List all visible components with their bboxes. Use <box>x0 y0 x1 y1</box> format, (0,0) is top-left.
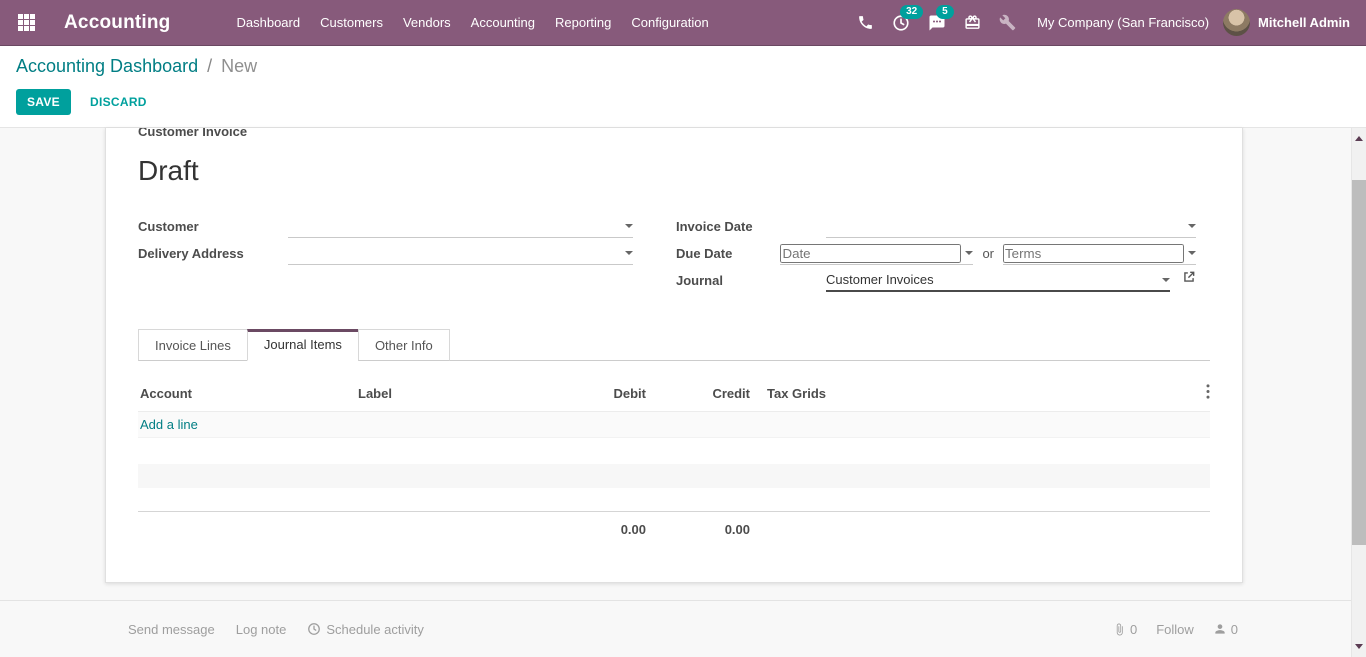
wrench-icon <box>999 14 1016 31</box>
menu-item-vendors[interactable]: Vendors <box>393 1 461 44</box>
menu-item-customers[interactable]: Customers <box>310 1 393 44</box>
delivery-address-input[interactable] <box>288 246 621 261</box>
column-header-label: Label <box>358 386 518 401</box>
user-menu[interactable]: Mitchell Admin <box>1223 9 1350 36</box>
due-date-field <box>780 242 973 265</box>
menu-item-dashboard[interactable]: Dashboard <box>227 1 311 44</box>
scrollbar-up-arrow[interactable] <box>1355 136 1363 141</box>
customer-input[interactable] <box>288 219 621 234</box>
breadcrumb: Accounting Dashboard / New <box>16 56 1366 77</box>
customer-dropdown-caret[interactable] <box>625 224 633 228</box>
send-message-button[interactable]: Send message <box>128 622 215 637</box>
message-count-badge: 5 <box>936 5 954 19</box>
breadcrumb-separator: / <box>207 56 212 76</box>
chatter: Send message Log note Schedule activity … <box>0 600 1366 657</box>
empty-row <box>138 438 1210 464</box>
person-icon <box>1213 622 1227 636</box>
journal-items-table: Account Label Debit Credit Tax Grids Add… <box>138 377 1210 537</box>
invoice-date-dropdown-caret[interactable] <box>1188 224 1196 228</box>
payment-terms-input[interactable] <box>1003 244 1184 263</box>
total-debit: 0.00 <box>518 522 646 537</box>
vertical-scrollbar <box>1351 128 1366 657</box>
empty-row-striped <box>138 464 1210 488</box>
column-header-account: Account <box>138 386 358 401</box>
due-date-dropdown-caret[interactable] <box>965 251 973 255</box>
journal-field <box>826 269 1170 292</box>
app-name[interactable]: Accounting <box>64 12 171 34</box>
developer-tools-button[interactable] <box>990 14 1025 31</box>
invoice-sheet: Customer Invoice Draft Customer Delivery… <box>105 128 1243 583</box>
attachments-button[interactable]: 0 <box>1113 622 1137 637</box>
scrollbar-thumb[interactable] <box>1352 180 1366 545</box>
payment-terms-dropdown-caret[interactable] <box>1188 251 1196 255</box>
invoice-date-field-label: Invoice Date <box>676 219 826 238</box>
schedule-clock-icon <box>307 622 321 636</box>
journal-field-label: Journal <box>676 273 826 292</box>
menu-item-reporting[interactable]: Reporting <box>545 1 621 44</box>
log-note-button[interactable]: Log note <box>236 622 287 637</box>
delivery-address-field-label: Delivery Address <box>138 246 288 265</box>
breadcrumb-current: New <box>221 56 257 76</box>
column-header-debit: Debit <box>518 386 646 401</box>
optional-columns-kebab-icon[interactable] <box>1190 384 1210 402</box>
delivery-address-field <box>288 242 633 265</box>
control-panel: Accounting Dashboard / New SAVE DISCARD <box>0 46 1366 128</box>
form-view: Customer Invoice Draft Customer Delivery… <box>0 128 1366 600</box>
activities-button[interactable]: 32 <box>883 14 919 32</box>
menu-item-accounting[interactable]: Accounting <box>461 1 545 44</box>
rewards-button[interactable] <box>955 14 990 31</box>
invoice-date-input[interactable] <box>826 219 1184 234</box>
paperclip-icon <box>1113 623 1126 636</box>
invoice-status-title: Draft <box>138 155 1210 187</box>
top-navbar: Accounting Dashboard Customers Vendors A… <box>0 0 1366 46</box>
user-avatar <box>1223 9 1250 36</box>
menu-item-configuration[interactable]: Configuration <box>621 1 718 44</box>
table-row: Add a line <box>138 412 1210 438</box>
tab-invoice-lines[interactable]: Invoice Lines <box>138 329 248 361</box>
followers-button[interactable]: 0 <box>1213 622 1238 637</box>
follower-count: 0 <box>1231 622 1238 637</box>
invoice-date-field <box>826 215 1196 238</box>
scrollbar-down-arrow[interactable] <box>1355 644 1363 649</box>
customer-field-label: Customer <box>138 219 288 238</box>
follow-button[interactable]: Follow <box>1156 622 1194 637</box>
user-name: Mitchell Admin <box>1258 15 1350 30</box>
company-switcher[interactable]: My Company (San Francisco) <box>1037 15 1209 30</box>
voip-phone-button[interactable] <box>848 14 883 31</box>
journal-dropdown-caret[interactable] <box>1162 278 1170 282</box>
main-menu: Dashboard Customers Vendors Accounting R… <box>227 1 719 44</box>
tab-other-info[interactable]: Other Info <box>358 329 450 361</box>
breadcrumb-parent-link[interactable]: Accounting Dashboard <box>16 56 198 76</box>
gift-icon <box>964 14 981 31</box>
add-a-line-link[interactable]: Add a line <box>140 417 198 432</box>
apps-menu-icon[interactable] <box>18 14 35 31</box>
due-date-input[interactable] <box>780 244 961 263</box>
systray: 32 5 <box>848 14 1025 32</box>
messages-button[interactable]: 5 <box>919 14 955 32</box>
payment-terms-field <box>1003 242 1196 265</box>
tab-journal-items[interactable]: Journal Items <box>247 329 359 361</box>
journal-input[interactable] <box>826 272 1158 287</box>
delivery-address-dropdown-caret[interactable] <box>625 251 633 255</box>
or-label: or <box>982 246 994 265</box>
totals-row: 0.00 0.00 <box>138 512 1210 537</box>
notebook-tabs: Invoice Lines Journal Items Other Info <box>138 329 1210 361</box>
table-header-row: Account Label Debit Credit Tax Grids <box>138 377 1210 412</box>
column-header-credit: Credit <box>646 386 750 401</box>
document-type-label: Customer Invoice <box>138 128 1210 139</box>
journal-external-link-icon[interactable] <box>1182 270 1196 289</box>
empty-row <box>138 488 1210 511</box>
total-credit: 0.00 <box>646 522 750 537</box>
column-header-tax-grids: Tax Grids <box>750 386 1190 401</box>
save-button[interactable]: SAVE <box>16 89 71 115</box>
attachment-count: 0 <box>1130 622 1137 637</box>
phone-icon <box>857 14 874 31</box>
schedule-activity-button[interactable]: Schedule activity <box>307 622 424 637</box>
discard-button[interactable]: DISCARD <box>90 95 147 109</box>
due-date-field-label: Due Date <box>676 246 780 265</box>
customer-field <box>288 215 633 238</box>
